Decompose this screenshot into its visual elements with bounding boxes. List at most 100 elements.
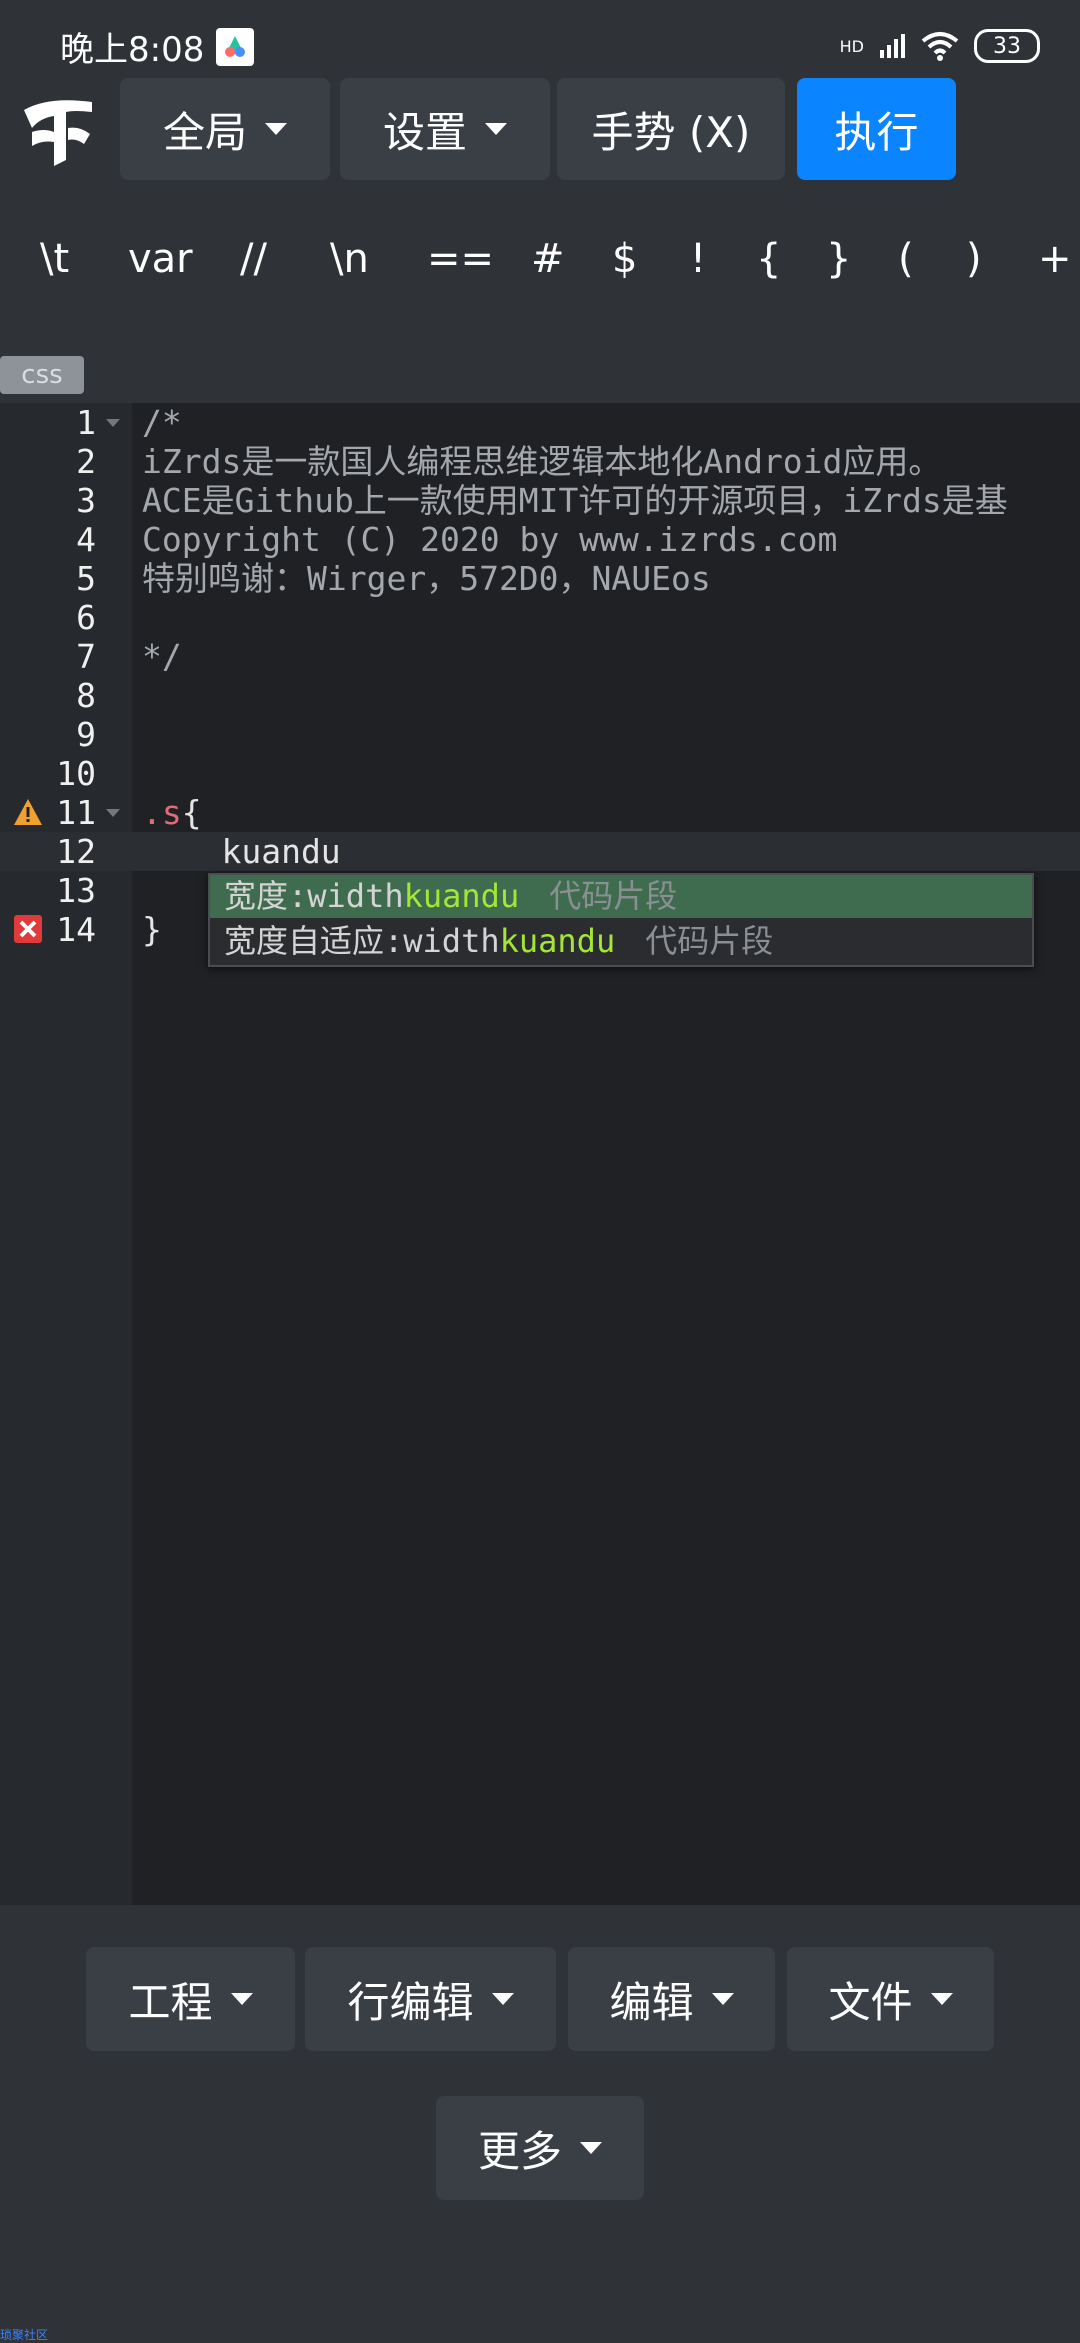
line-number: 6 <box>76 598 96 637</box>
status-time: 晚上8:08 <box>60 30 205 70</box>
code-line[interactable]: 6 <box>0 598 1080 637</box>
line-text: Copyright (C) 2020 by www.izrds.com <box>142 520 838 559</box>
signal-icon <box>880 34 905 58</box>
file-menu-label: 文件 <box>828 1977 913 2027</box>
autocomplete-item[interactable]: 宽度自适应:widthkuandu 代码片段 <box>210 920 1032 963</box>
autocomplete-match: kuandu <box>499 922 616 960</box>
file-menu-button[interactable]: 文件 <box>787 1947 994 2051</box>
autocomplete-prefix: 宽度:width <box>224 877 404 915</box>
chevron-down-icon <box>265 123 287 135</box>
line-text: /* <box>142 403 182 442</box>
line-number: 11 <box>56 793 96 832</box>
edit-menu-button[interactable]: 编辑 <box>568 1947 775 2051</box>
top-toolbar: 全局 设置 手势 (X) 执行 <box>0 78 1080 184</box>
symbol-key[interactable]: } <box>826 236 851 282</box>
battery-level: 33 <box>993 33 1021 59</box>
symbol-key[interactable]: \n <box>330 236 369 282</box>
run-button[interactable]: 执行 <box>797 78 956 180</box>
status-indicators: HD 33 <box>840 26 1040 66</box>
symbol-key[interactable]: { <box>756 236 781 282</box>
autocomplete-popup: 宽度:widthkuandu 代码片段 宽度自适应:widthkuandu 代码片段 <box>208 873 1034 967</box>
wifi-icon <box>921 32 959 61</box>
more-menu-button[interactable]: 更多 <box>436 2096 644 2200</box>
line-number: 8 <box>76 676 96 715</box>
run-label: 执行 <box>834 107 919 157</box>
symbol-key[interactable]: // <box>240 236 267 282</box>
symbol-key[interactable]: # <box>531 236 565 282</box>
chevron-down-icon <box>580 2142 602 2154</box>
chevron-down-icon <box>491 1993 514 2005</box>
chevron-down-icon <box>230 1993 253 2005</box>
line-edit-menu-label: 行编辑 <box>347 1977 474 2027</box>
code-line[interactable]: 1 /* <box>0 403 1080 442</box>
code-line[interactable]: 7 */ <box>0 637 1080 676</box>
line-text: } <box>142 910 162 949</box>
global-menu-button[interactable]: 全局 <box>120 78 330 180</box>
code-line[interactable]: 8 <box>0 676 1080 715</box>
project-menu-label: 工程 <box>128 1977 213 2027</box>
autocomplete-meta: 代码片段 <box>549 877 678 915</box>
line-number: 13 <box>56 871 96 910</box>
autocomplete-match: kuandu <box>403 877 520 915</box>
line-number: 14 <box>56 910 96 949</box>
line-text: .s{ <box>142 793 202 832</box>
chevron-down-icon <box>711 1993 734 2005</box>
autocomplete-meta: 代码片段 <box>645 922 774 960</box>
app-logo-icon[interactable] <box>18 88 100 170</box>
line-number: 12 <box>56 832 96 871</box>
code-line[interactable]: 9 <box>0 715 1080 754</box>
code-line[interactable]: 4 Copyright (C) 2020 by www.izrds.com <box>0 520 1080 559</box>
settings-menu-label: 设置 <box>382 107 467 157</box>
symbol-key[interactable]: + <box>1038 236 1072 282</box>
code-line[interactable]: 11 .s{ <box>0 793 1080 832</box>
settings-menu-button[interactable]: 设置 <box>340 78 550 180</box>
bottom-toolbar: 工程 行编辑 编辑 文件 更多 <box>0 1905 1080 2340</box>
line-text: iZrds是一款国人编程思维逻辑本地化Android应用。 <box>142 442 942 481</box>
line-number: 2 <box>76 442 96 481</box>
autocomplete-prefix: 宽度自适应:width <box>224 922 500 960</box>
line-text: 特别鸣谢：Wirger，572D0，NAUEos <box>142 559 711 598</box>
code-line[interactable]: 2 iZrds是一款国人编程思维逻辑本地化Android应用。 <box>0 442 1080 481</box>
line-number: 5 <box>76 559 96 598</box>
symbol-key[interactable]: == <box>427 236 494 282</box>
symbol-bar: \t var // \n == # $ ! { } ( ) + <box>0 210 1080 310</box>
line-text: */ <box>142 637 182 676</box>
symbol-key[interactable]: ) <box>966 236 982 282</box>
open-brace: { <box>181 793 202 832</box>
network-hd-label: HD <box>839 36 864 56</box>
line-edit-menu-button[interactable]: 行编辑 <box>305 1947 556 2051</box>
line-number: 3 <box>76 481 96 520</box>
watermark-text: 琐聚社区 <box>0 2328 49 2342</box>
global-menu-label: 全局 <box>162 107 247 157</box>
edit-menu-label: 编辑 <box>609 1977 694 2027</box>
symbol-key[interactable]: ( <box>898 236 914 282</box>
language-mode-badge: css <box>0 356 84 394</box>
symbol-key[interactable]: \t <box>40 236 69 282</box>
css-selector: .s <box>142 793 182 832</box>
status-bar: 晚上8:08 HD 33 <box>0 0 1080 80</box>
line-number: 7 <box>76 637 96 676</box>
fold-arrow-icon[interactable] <box>106 809 120 817</box>
line-number: 1 <box>76 403 96 442</box>
code-line-active[interactable]: 12 kuandu <box>0 832 1080 871</box>
code-line[interactable]: 10 <box>0 754 1080 793</box>
project-menu-button[interactable]: 工程 <box>86 1947 295 2051</box>
autocomplete-item[interactable]: 宽度:widthkuandu 代码片段 <box>210 875 1032 918</box>
symbol-key[interactable]: ! <box>690 236 706 282</box>
battery-indicator: 33 <box>974 29 1040 63</box>
code-line[interactable]: 3 ACE是Github上一款使用MIT许可的开源项目，iZrds是基 <box>0 481 1080 520</box>
app-notification-icon <box>216 28 254 66</box>
line-number: 4 <box>76 520 96 559</box>
gesture-label: 手势 (X) <box>591 107 751 157</box>
chevron-down-icon <box>930 1993 953 2005</box>
code-editor[interactable]: 1 /* 2 iZrds是一款国人编程思维逻辑本地化Android应用。 3 A… <box>0 403 1080 1905</box>
gesture-button[interactable]: 手势 (X) <box>557 78 785 180</box>
symbol-key[interactable]: var <box>128 236 193 282</box>
line-text: ACE是Github上一款使用MIT许可的开源项目，iZrds是基 <box>142 481 1008 520</box>
code-line[interactable]: 5 特别鸣谢：Wirger，572D0，NAUEos <box>0 559 1080 598</box>
chevron-down-icon <box>485 123 507 135</box>
more-menu-label: 更多 <box>477 2126 562 2176</box>
fold-arrow-icon[interactable] <box>106 419 120 427</box>
symbol-key[interactable]: $ <box>612 236 637 282</box>
line-text: kuandu <box>142 832 341 871</box>
